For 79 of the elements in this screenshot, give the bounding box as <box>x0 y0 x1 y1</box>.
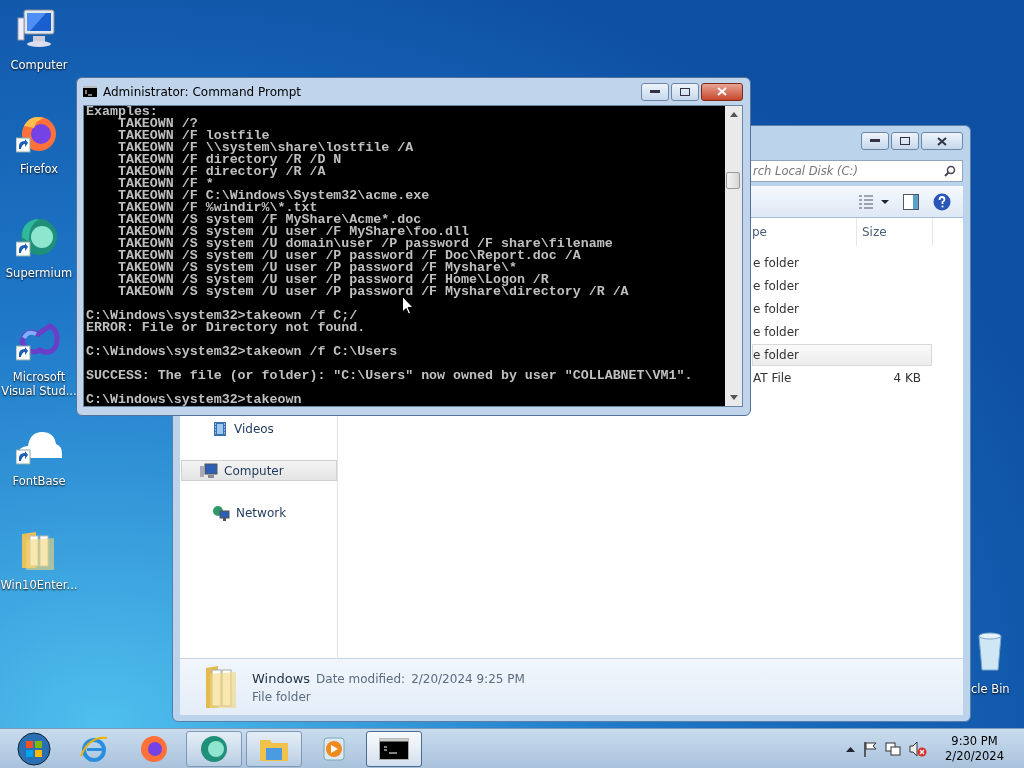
start-orb-icon[interactable] <box>17 731 51 766</box>
taskbar-button[interactable] <box>366 730 422 767</box>
minimize-button[interactable] <box>861 132 889 150</box>
column-header[interactable]: pe <box>752 218 857 246</box>
file-row[interactable]: e folder <box>752 321 932 343</box>
close-icon <box>717 87 727 96</box>
console-line: TAKEOWN /S system /U user /P password /F Doc\Report.doc /A <box>116 250 582 262</box>
console-line: TAKEOWN /S system /U user /P password /F Myshare\directory /R /A <box>116 286 630 298</box>
close-button[interactable] <box>701 82 743 101</box>
chevron-up-icon[interactable] <box>846 745 856 752</box>
desktop-icon-label[interactable]: Computer <box>0 58 78 72</box>
firefox-icon[interactable] <box>139 733 169 764</box>
console-line: TAKEOWN /S system /U user /P password /F Home\Logon /R <box>116 274 549 286</box>
help-icon[interactable] <box>933 192 951 211</box>
console-line: TAKEOWN /S system /U domain\user /P password /F share\filename <box>116 238 614 250</box>
maximize-button[interactable] <box>891 132 919 150</box>
console-line: TAKEOWN /? <box>117 118 199 130</box>
minimize-icon <box>870 139 880 143</box>
file-row[interactable]: e folder <box>752 298 932 320</box>
console-line: TAKEOWN /F directory /R /D N <box>116 154 342 166</box>
minimize-button[interactable] <box>641 82 669 101</box>
console-line: TAKEOWN /F C:\Windows\System32\acme.exe <box>116 190 431 202</box>
item-type: File folder <box>252 689 312 704</box>
file-row[interactable]: e folder <box>752 344 932 366</box>
search-icon <box>944 165 956 177</box>
console-line: C:\Windows\system32>takeown /f C;/ <box>86 310 358 322</box>
preview-pane-icon[interactable] <box>903 193 919 210</box>
console-line: TAKEOWN /S system /F MyShare\Acme*.doc <box>116 214 422 226</box>
close-icon <box>937 136 947 146</box>
scrollbar[interactable] <box>725 106 742 406</box>
console-line: TAKEOWN /S system /U user /P password /F Myshare\* <box>116 262 517 274</box>
console-line: TAKEOWN /F directory /R /A <box>116 166 327 178</box>
scroll-up-icon[interactable] <box>729 112 738 117</box>
file-row[interactable]: AT File 4 KB <box>752 367 932 389</box>
console-line: TAKEOWN /F * <box>116 178 214 190</box>
date-value: 2/20/2024 9:25 PM <box>411 671 525 686</box>
network-icon <box>212 504 230 521</box>
nav-item[interactable]: Videos <box>181 418 337 439</box>
field-label: Date modified: <box>316 671 406 686</box>
restore-button[interactable] <box>671 82 699 101</box>
file-row[interactable]: e folder <box>752 252 932 274</box>
view-options-icon[interactable] <box>859 194 889 209</box>
console-line: C:\Windows\system32>takeown /f C:\Users <box>86 346 399 358</box>
flag-icon[interactable] <box>863 740 878 757</box>
console-line: ERROR: File or Directory not found. <box>86 322 367 334</box>
clock[interactable]: 9:30 PM 2/20/2024 <box>945 733 1004 764</box>
minimize-icon <box>650 89 660 94</box>
close-button[interactable] <box>921 132 963 150</box>
console-line: TAKEOWN /S system /U user /F MyShare\foo.dll <box>116 226 470 238</box>
console-line: C:\Windows\system32>takeown <box>86 394 303 406</box>
window-title: Administrator: Command Prompt <box>103 84 302 99</box>
app-icon[interactable] <box>16 320 62 364</box>
console-line: TAKEOWN /F %windir%\*.txt <box>116 202 318 214</box>
film-icon <box>212 420 228 437</box>
computer-icon <box>200 462 218 479</box>
desktop-icon-label[interactable]: Microsoft Visual Stud... <box>0 370 78 398</box>
console-icon[interactable] <box>379 737 409 760</box>
app-icon[interactable] <box>199 733 229 764</box>
desktop-icon-label[interactable]: Firefox <box>0 162 78 176</box>
desktop-icon-label[interactable]: cle Bin <box>971 682 1010 696</box>
scroll-down-icon[interactable] <box>729 395 738 400</box>
scroll-thumb[interactable] <box>726 172 740 189</box>
console-line: TAKEOWN /F \\system\share\lostfile /A <box>116 142 415 154</box>
desktop-icon-label[interactable]: Supermium <box>0 266 78 280</box>
item-name: Windows <box>252 670 311 686</box>
column-header[interactable]: Size <box>857 218 933 246</box>
nav-item[interactable]: Network <box>181 502 337 523</box>
console-line: SUCCESS: The file (or folder): "C:\Users" now owned by user "COLLABNET\VM1". <box>86 370 694 382</box>
muted-speaker-icon[interactable] <box>909 740 928 757</box>
restore-icon <box>680 87 690 96</box>
maximize-icon <box>900 137 910 145</box>
file-row[interactable]: e folder <box>752 275 932 297</box>
console-line: Examples: <box>86 106 158 118</box>
console-icon <box>83 86 97 97</box>
console-line: TAKEOWN /F lostfile <box>116 130 270 142</box>
nav-item[interactable]: Computer <box>181 460 337 481</box>
mouse-cursor-icon <box>402 296 414 315</box>
network-icon[interactable] <box>885 740 902 757</box>
search-field[interactable]: rch Local Disk (C:) <box>748 160 963 182</box>
